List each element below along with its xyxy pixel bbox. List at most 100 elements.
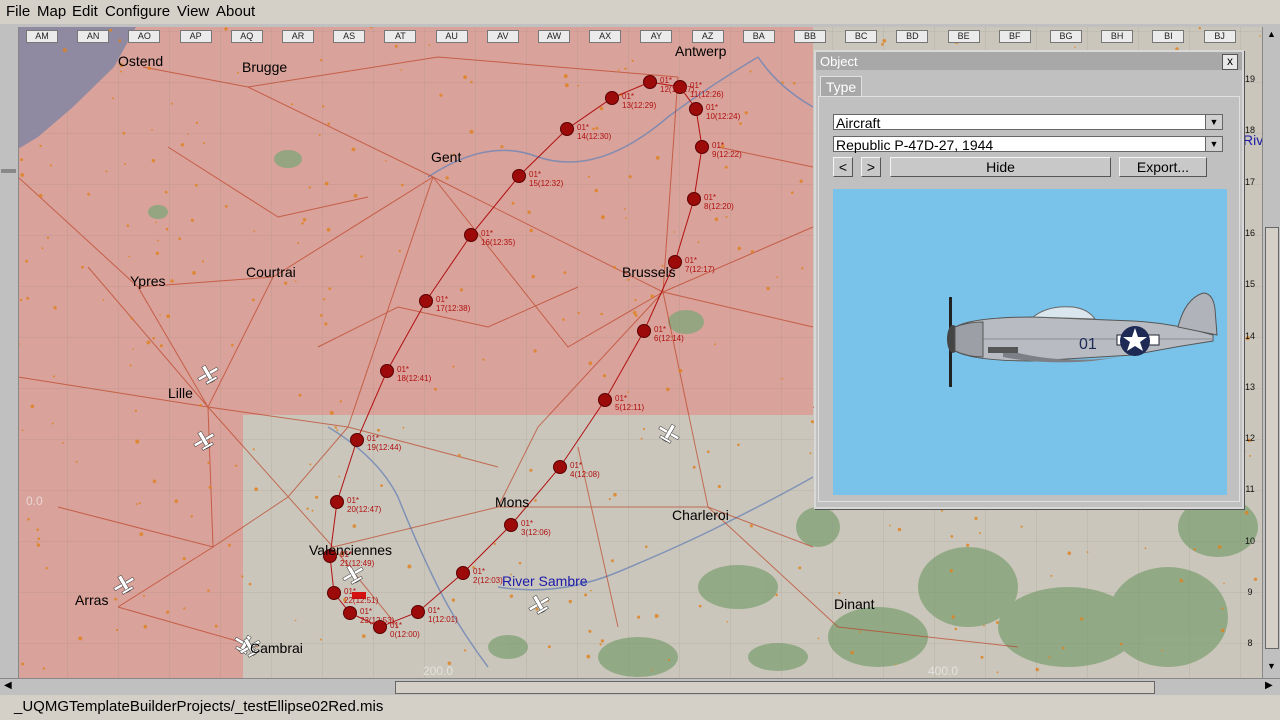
waypoint-label: 01* 12(12:27) [660,76,694,94]
object-panel-titlebar[interactable]: Object x [816,52,1242,70]
waypoint-label: 01* 2(12:03) [473,567,503,585]
town-dot [714,217,719,222]
town-dot [338,475,341,478]
vertical-scroll-thumb[interactable] [1265,227,1279,649]
menu-about[interactable]: About [216,3,255,20]
town-dot [201,260,205,263]
menu-configure[interactable]: Configure [105,3,170,20]
tab-type[interactable]: Type [820,76,862,97]
town-dot [122,131,126,135]
town-dot [224,27,228,31]
town-dot [53,306,57,310]
vertical-scrollbar[interactable]: ▲ ▼ [1262,27,1280,678]
close-icon[interactable]: x [1222,54,1238,70]
waypoint-time: 3(12:06) [521,528,551,537]
town-dot [1217,545,1222,549]
model-select[interactable]: Republic P-47D-27, 1944 ▼ [833,136,1223,153]
next-button[interactable]: > [861,157,881,177]
horizontal-scrollbar[interactable]: ◀ ▶ [0,678,1280,695]
scroll-down-arrow-icon[interactable]: ▼ [1265,661,1278,673]
export-button[interactable]: Export... [1119,157,1207,177]
town-dot [352,524,357,528]
grid-column-label: AZ [691,30,724,43]
waypoint-label: 01* 16(12:35) [481,229,515,247]
town-dot [146,340,151,345]
town-dot [380,484,383,487]
town-dot [469,129,474,134]
menu-bar: File Map Edit Configure View About [0,0,1280,24]
vertical-scrollbar-left[interactable] [0,27,19,678]
town-dot [500,145,504,149]
waypoint-time: 12(12:27) [660,85,695,94]
town-dot [613,265,616,269]
town-dot [202,142,205,144]
town-dot [166,610,170,614]
waypoint-label: 01* 10(12:24) [706,103,740,121]
waypoint-flight-id: 01* [367,434,380,443]
object-panel-body: Aircraft ▼ Republic P-47D-27, 1944 ▼ < >… [818,96,1240,502]
waypoint-time: 13(12:29) [622,101,657,110]
chevron-down-icon[interactable]: ▼ [1205,115,1222,129]
waypoint-label: 01* 20(12:47) [347,496,381,514]
town-dot [351,147,356,152]
horizontal-scroll-thumb[interactable] [395,681,1155,694]
waypoint-flight-id: 01* [690,81,703,90]
town-dot [459,288,464,292]
town-dot [231,343,234,347]
town-dot [547,645,551,649]
town-dot [587,175,591,178]
menu-edit[interactable]: Edit [72,3,98,20]
category-select[interactable]: Aircraft ▼ [833,114,1223,131]
waypoint-marker [695,140,709,154]
grid-row-label: 11 [1245,484,1255,495]
waypoint-time: 4(12:08) [570,470,600,479]
town-dot [320,314,323,317]
town-dot [895,663,897,666]
town-dot [707,450,710,454]
scroll-up-arrow-icon[interactable]: ▲ [1265,29,1278,41]
waypoint-time: 20(12:47) [347,505,382,514]
town-dot [627,391,629,393]
previous-button[interactable]: < [833,157,853,177]
waypoint-time: 1(12:01) [428,615,458,624]
town-dot [739,122,742,125]
menu-map[interactable]: Map [37,3,66,20]
waypoint-label: 01* 4(12:08) [570,461,600,479]
hide-button[interactable]: Hide [890,157,1111,177]
town-dot [151,129,153,131]
town-dot [128,255,131,258]
town-dot [642,427,646,431]
grid-column-label: BF [998,30,1031,43]
menu-file[interactable]: File [6,3,30,20]
town-dot [21,662,25,666]
town-dot [882,39,887,43]
town-dot [339,400,342,403]
town-dot [360,255,363,258]
scroll-right-arrow-icon[interactable]: ▶ [1265,680,1273,691]
waypoint-time: 11(12:26) [690,90,724,99]
menu-view[interactable]: View [177,3,209,20]
waypoint-label: 01* 15(12:32) [529,170,563,188]
scroll-left-arrow-icon[interactable]: ◀ [4,680,12,691]
town-dot [114,597,118,601]
grid-row-label: 19 [1244,74,1255,84]
waypoint-flight-id: 01* [473,567,486,576]
chevron-down-icon[interactable]: ▼ [1205,137,1222,151]
town-dot [624,67,627,70]
aircraft-code-label: 01 [1079,336,1097,353]
town-dot [135,503,138,506]
town-dot [75,460,78,463]
town-dot [434,387,437,391]
town-dot [1220,628,1225,633]
grid-column-label: BJ [1203,30,1236,43]
town-dot [451,598,456,602]
city-mons: Mons [495,494,530,510]
town-dot [143,624,148,629]
waypoint-marker [411,605,425,619]
town-dot [78,636,83,641]
town-dot [599,643,602,646]
model-select-value: Republic P-47D-27, 1944 [836,137,994,153]
town-dot [180,143,185,147]
waypoint-marker [380,364,394,378]
town-dot [564,83,569,88]
